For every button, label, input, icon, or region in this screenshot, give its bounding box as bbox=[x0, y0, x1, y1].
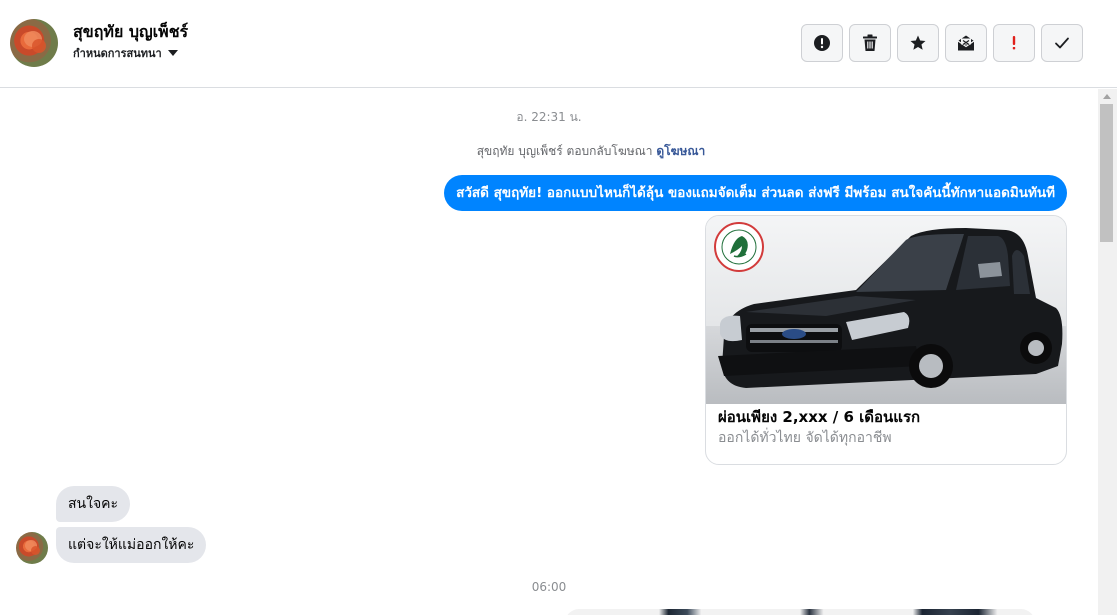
ad-reply-notice: สุขฤทัย บุญเพ็ชร์ ตอบกลับโฆษณา ดูโฆษณา bbox=[0, 142, 1098, 161]
outgoing-message[interactable]: สวัสดี สุขฤทัย! ออกแบบไหนก็ได้ลุ้น ของแถ… bbox=[444, 175, 1067, 211]
envelope-open-icon bbox=[957, 35, 975, 51]
ad-card-description: ออกได้ทั่วไทย จัดได้ทุกอาชีพ bbox=[718, 430, 892, 446]
message-timestamp: 06:00 bbox=[531, 580, 567, 594]
mark-important-button[interactable] bbox=[993, 24, 1035, 62]
exclamation-icon bbox=[1012, 36, 1016, 50]
ad-reply-text: สุขฤทัย บุญเพ็ชร์ ตอบกลับโฆษณา bbox=[476, 144, 653, 158]
incoming-message[interactable]: สนใจคะ bbox=[56, 486, 131, 522]
contact-name[interactable]: สุขฤทัย บุญเพ็ชร์ bbox=[73, 20, 188, 45]
ad-card-image bbox=[706, 216, 1066, 404]
message-timestamp: อ. 22:31 น. bbox=[516, 110, 582, 124]
trash-icon bbox=[863, 34, 877, 51]
mark-unread-button[interactable] bbox=[945, 24, 987, 62]
mark-done-button[interactable] bbox=[1041, 24, 1083, 62]
star-icon bbox=[910, 35, 926, 50]
sender-avatar[interactable] bbox=[16, 532, 48, 564]
ad-card-title: ผ่อนเพียง 2,xxx / 6 เดือนแรก bbox=[718, 408, 921, 426]
ad-card[interactable]: ผ่อนเพียง 2,xxx / 6 เดือนแรก ออกได้ทั่วไ… bbox=[705, 215, 1067, 465]
exclamation-circle-icon bbox=[814, 35, 830, 51]
caret-down-icon bbox=[167, 50, 178, 56]
view-ad-link[interactable]: ดูโฆษณา bbox=[656, 144, 705, 158]
scrollbar-thumb[interactable] bbox=[1100, 104, 1113, 242]
scroll-up-arrow-icon[interactable] bbox=[1103, 94, 1111, 99]
star-button[interactable] bbox=[897, 24, 939, 62]
conversation-toolbar bbox=[801, 24, 1083, 62]
report-button[interactable] bbox=[801, 24, 843, 62]
thread-scrollbar[interactable] bbox=[1098, 89, 1117, 615]
conversation-settings-dropdown[interactable]: กำหนดการสนทนา bbox=[73, 44, 178, 62]
delete-button[interactable] bbox=[849, 24, 891, 62]
conversation-settings-label: กำหนดการสนทนา bbox=[73, 47, 162, 60]
checkmark-icon bbox=[1055, 37, 1069, 49]
image-attachment[interactable] bbox=[565, 609, 1035, 615]
dealer-logo bbox=[714, 222, 764, 272]
contact-avatar[interactable] bbox=[10, 19, 58, 67]
incoming-message[interactable]: แต่จะให้แม่ออกให้คะ bbox=[56, 527, 207, 563]
conversation-header: สุขฤทัย บุญเพ็ชร์ กำหนดการสนทนา bbox=[0, 0, 1117, 88]
message-thread[interactable]: อ. 22:31 น. สุขฤทัย บุญเพ็ชร์ ตอบกลับโฆษ… bbox=[0, 89, 1098, 615]
